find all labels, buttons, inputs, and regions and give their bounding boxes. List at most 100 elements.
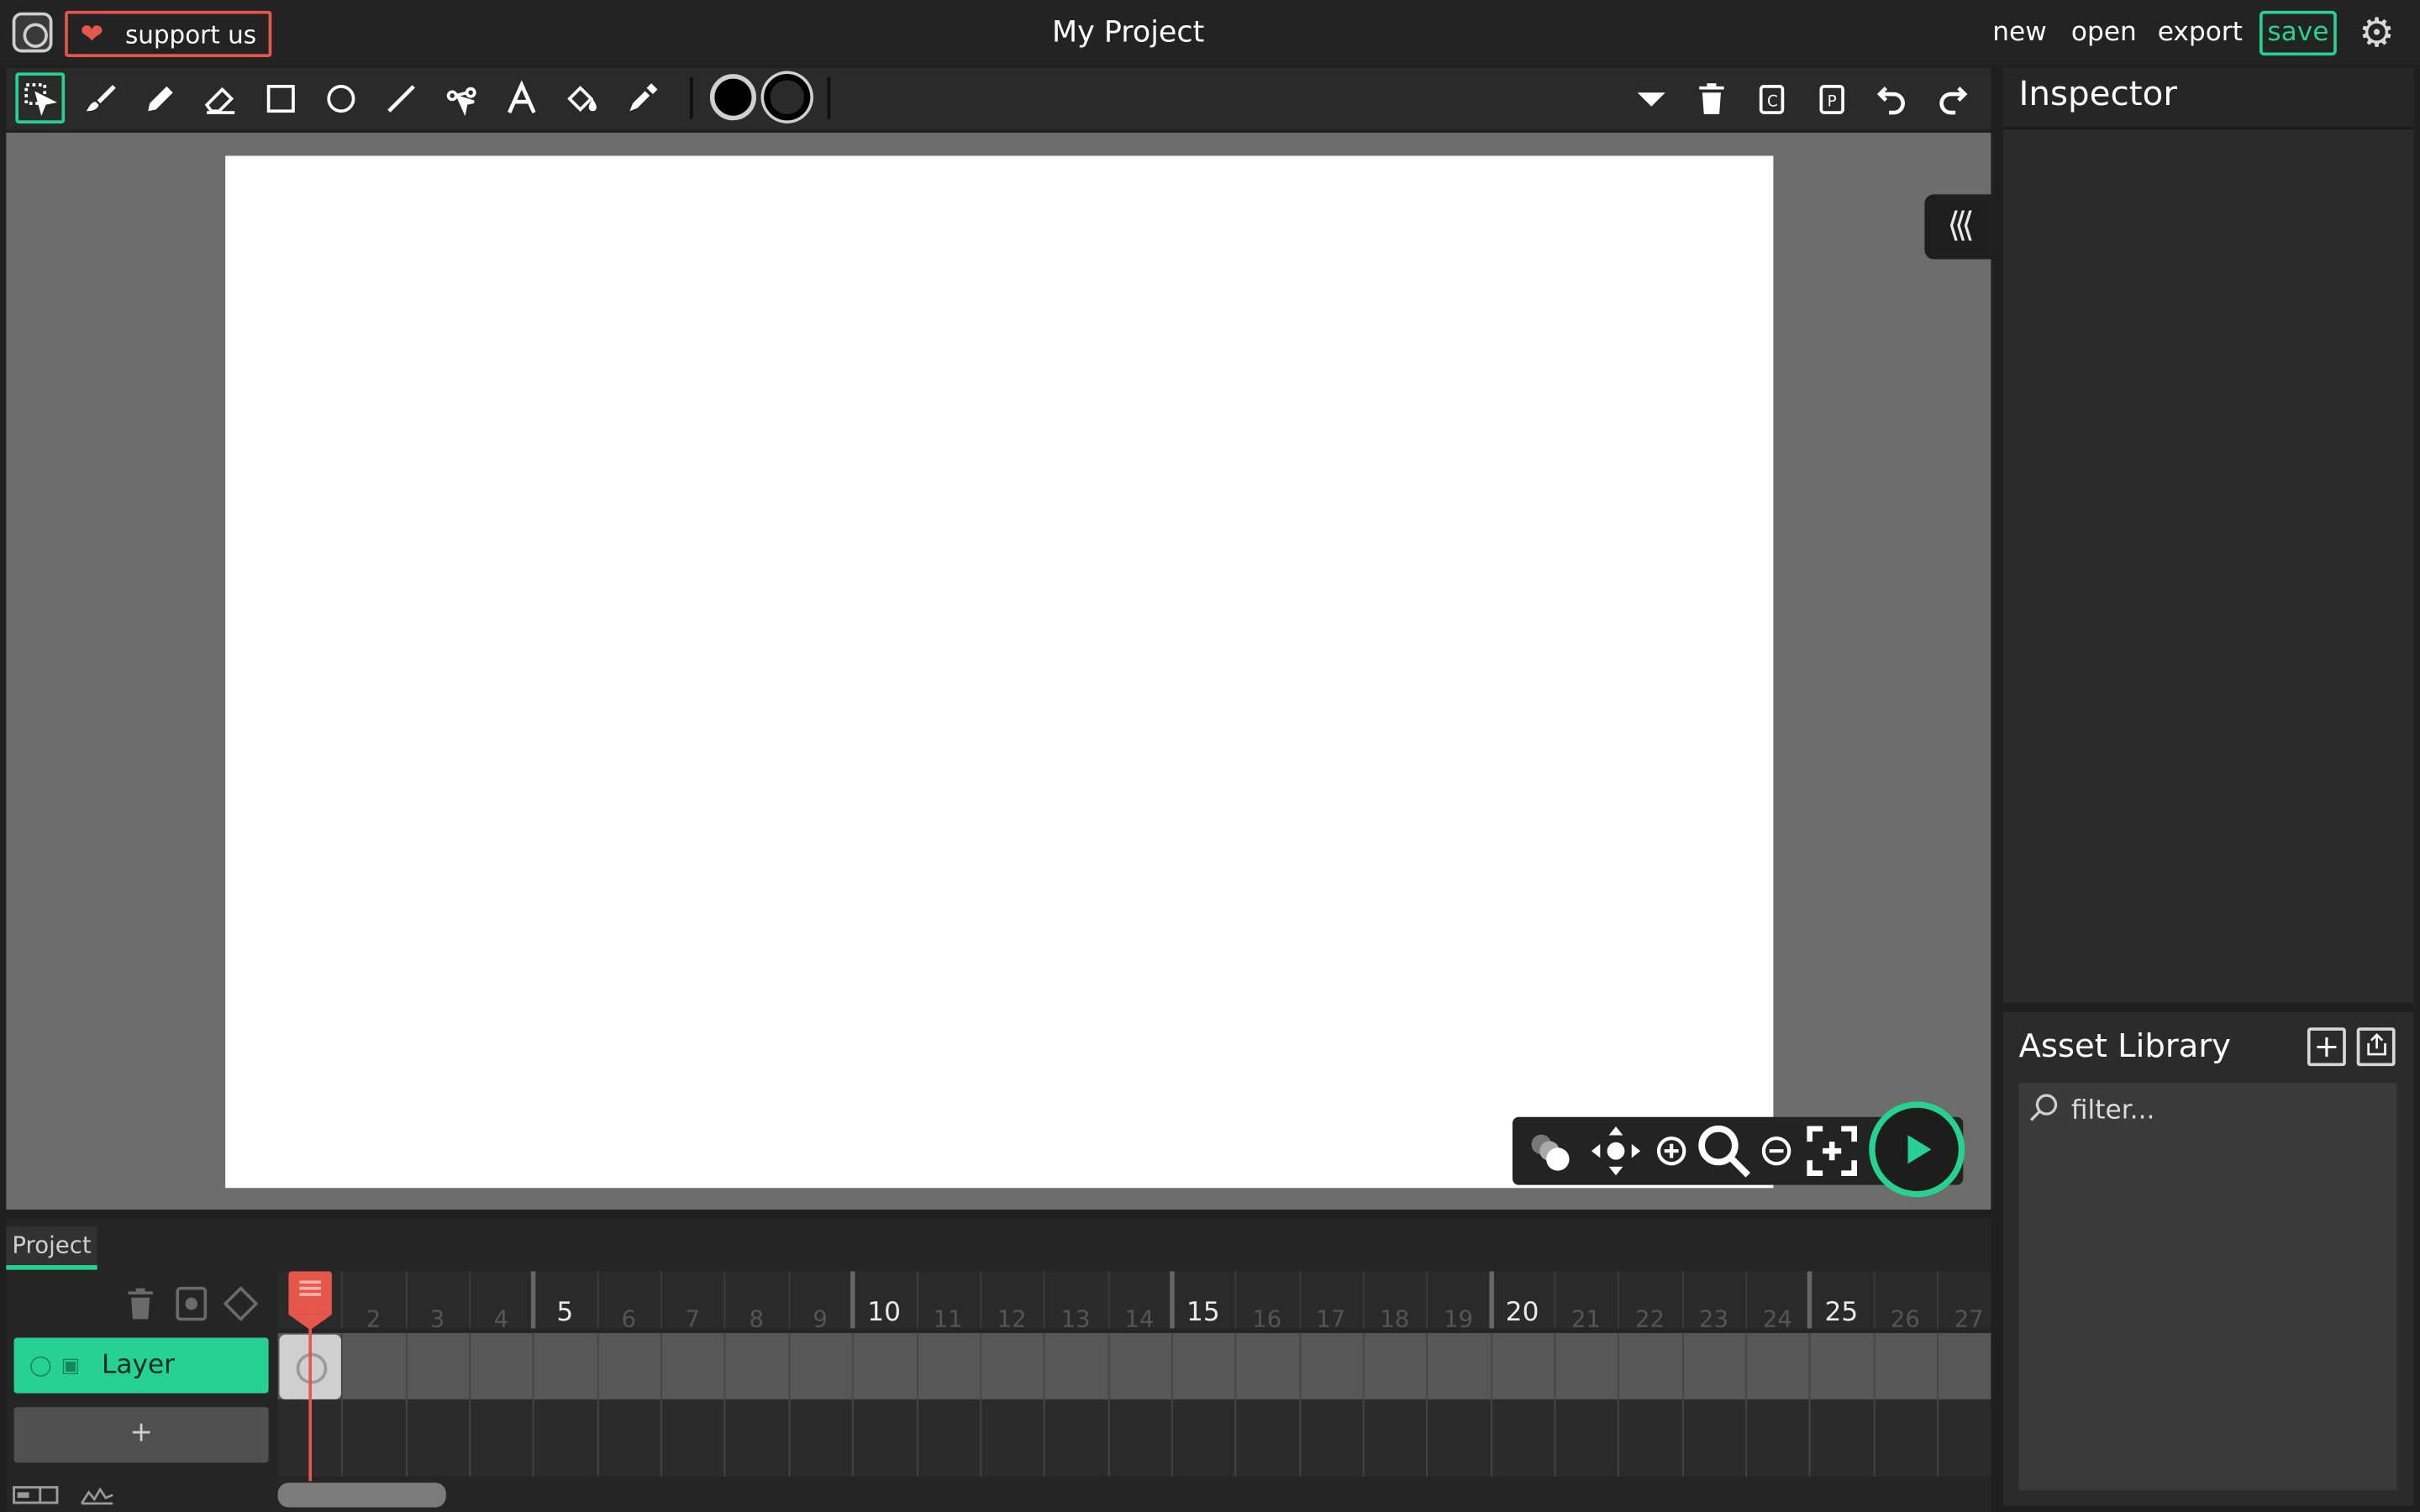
- asset-filter-input[interactable]: [2018, 1083, 2397, 1139]
- new-menu-item[interactable]: new: [1992, 17, 2047, 48]
- asset-list[interactable]: [2018, 1138, 2397, 1491]
- frame-divider: [533, 1332, 535, 1477]
- frame-divider: [980, 1332, 981, 1477]
- visibility-icon[interactable]: ◯: [29, 1354, 52, 1378]
- timeline-scrollbar[interactable]: [277, 1483, 446, 1508]
- frame-divider: [1937, 1332, 1939, 1477]
- frame-number: 2: [366, 1305, 381, 1333]
- frame-tick-line: [916, 1271, 918, 1329]
- frame-tick-line: [1807, 1271, 1813, 1329]
- svg-text:P: P: [1828, 92, 1837, 110]
- frame-number: 11: [933, 1305, 963, 1333]
- frame-divider: [1171, 1332, 1173, 1477]
- lock-icon[interactable]: ▣: [61, 1354, 81, 1378]
- rectangle-tool-icon[interactable]: [256, 72, 306, 123]
- frame-number: 4: [493, 1305, 509, 1333]
- fit-to-screen-icon[interactable]: [1800, 1123, 1865, 1179]
- frame-tick-line: [1618, 1271, 1620, 1329]
- frame-number: 21: [1571, 1305, 1602, 1333]
- save-button[interactable]: save: [2259, 10, 2337, 56]
- fill-color-swatch[interactable]: [709, 74, 756, 121]
- trash-icon[interactable]: [1687, 72, 1737, 123]
- frame-number: 13: [1060, 1305, 1091, 1333]
- tween-icon[interactable]: [221, 1282, 261, 1325]
- frame-tick-line: [1554, 1271, 1556, 1329]
- frame-divider: [1107, 1332, 1109, 1477]
- toolbar-divider: [690, 76, 693, 119]
- play-button[interactable]: [1869, 1101, 1965, 1198]
- zoom-out-icon[interactable]: [1756, 1123, 1797, 1179]
- svg-text:C: C: [1767, 92, 1778, 110]
- zoom-in-icon[interactable]: [1649, 1123, 1692, 1179]
- timeline-view-icon[interactable]: [13, 1484, 59, 1512]
- frame-number: 14: [1124, 1305, 1155, 1333]
- frame-tick-line: [788, 1271, 791, 1329]
- frame-number: 26: [1890, 1305, 1920, 1333]
- frame-number: 7: [685, 1305, 701, 1333]
- onion-skin-icon[interactable]: [1518, 1123, 1580, 1179]
- path-tool-icon[interactable]: [437, 72, 487, 123]
- search-icon: [2028, 1092, 2059, 1131]
- frame-divider: [469, 1332, 471, 1477]
- frame-tick-line: [1681, 1271, 1684, 1329]
- frame-number: 6: [621, 1305, 637, 1333]
- frame-tick-line: [1937, 1271, 1939, 1329]
- line-tool-icon[interactable]: [376, 72, 426, 123]
- frame-tick-line: [1170, 1271, 1175, 1329]
- frame-divider: [1873, 1332, 1876, 1477]
- add-layer-button[interactable]: +: [13, 1407, 269, 1463]
- import-asset-button[interactable]: [2356, 1027, 2396, 1067]
- frame-number: 17: [1316, 1305, 1346, 1333]
- layer-frames-row[interactable]: [277, 1332, 1991, 1399]
- pan-icon[interactable]: [1586, 1123, 1645, 1179]
- layer-row[interactable]: ◯ ▣ Layer: [13, 1337, 269, 1394]
- frame-number: 24: [1762, 1305, 1792, 1333]
- frame-tick-line: [1298, 1271, 1301, 1329]
- frame-number: 16: [1252, 1305, 1282, 1333]
- frame-tick-line: [1873, 1271, 1876, 1329]
- undo-icon[interactable]: [1867, 72, 1917, 123]
- frame-tick-line: [980, 1271, 981, 1329]
- pencil-tool-icon[interactable]: [136, 72, 186, 123]
- eyedropper-tool-icon[interactable]: [618, 72, 667, 123]
- zoom-icon[interactable]: [1695, 1123, 1754, 1179]
- brush-tool-icon[interactable]: [76, 72, 125, 123]
- graph-view-icon[interactable]: [81, 1484, 114, 1512]
- delete-layer-icon[interactable]: [120, 1282, 160, 1325]
- add-asset-button[interactable]: +: [2307, 1027, 2346, 1067]
- frame-divider: [405, 1332, 408, 1477]
- frame-number: 19: [1444, 1305, 1474, 1333]
- frame-divider: [1234, 1332, 1237, 1477]
- frame-tick-line: [1043, 1271, 1045, 1329]
- export-menu-item[interactable]: export: [2158, 17, 2243, 48]
- redo-icon[interactable]: [1928, 72, 1977, 123]
- frame-number: 12: [997, 1305, 1027, 1333]
- copy-icon[interactable]: C: [1747, 72, 1797, 123]
- frame-number: 3: [429, 1305, 445, 1333]
- frame-divider: [1618, 1332, 1620, 1477]
- frame-tick-line: [660, 1271, 663, 1329]
- project-title[interactable]: My Project: [0, 15, 2256, 49]
- stroke-color-swatch[interactable]: [764, 74, 811, 121]
- dropdown-arrow-icon[interactable]: [1627, 72, 1676, 123]
- frame-number: 9: [813, 1305, 828, 1333]
- eraser-tool-icon[interactable]: [196, 72, 245, 123]
- fill-tool-icon[interactable]: [557, 72, 607, 123]
- open-menu-item[interactable]: open: [2071, 17, 2137, 48]
- cursor-tool-icon[interactable]: [15, 72, 66, 123]
- tab-project[interactable]: Project: [6, 1226, 97, 1270]
- playhead-handle[interactable]: [288, 1271, 332, 1331]
- frame-tick-line: [405, 1271, 408, 1329]
- collapse-panel-icon[interactable]: ⟨⟨⟨: [1924, 194, 1991, 260]
- frame-tick-line: [531, 1271, 537, 1329]
- text-tool-icon[interactable]: [497, 72, 546, 123]
- empty-frames-row[interactable]: [277, 1399, 1991, 1477]
- ellipse-tool-icon[interactable]: [317, 72, 366, 123]
- gear-icon[interactable]: ⚙: [2355, 13, 2398, 55]
- frame-divider: [597, 1332, 599, 1477]
- frame-tick-line: [1426, 1271, 1428, 1329]
- frame-divider: [1426, 1332, 1428, 1477]
- paste-icon[interactable]: P: [1807, 72, 1857, 123]
- keyframe-icon[interactable]: [171, 1282, 212, 1325]
- drawing-canvas[interactable]: [225, 155, 1774, 1189]
